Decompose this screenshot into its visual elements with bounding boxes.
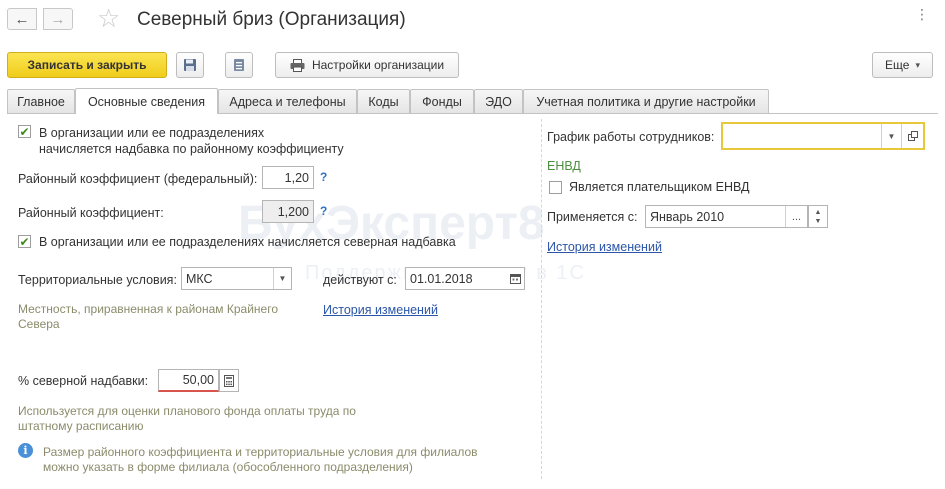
coef-federal-help-icon[interactable]: ? bbox=[320, 170, 327, 184]
work-schedule-input[interactable]: ▼ bbox=[721, 122, 925, 150]
tab-edo-label: ЭДО bbox=[485, 95, 512, 109]
regional-checkbox-label: В организации или ее подразделениях начи… bbox=[39, 125, 344, 157]
coef-federal-value: 1,20 bbox=[284, 170, 309, 185]
coef-value: 1,200 bbox=[277, 204, 309, 219]
tab-funds[interactable]: Фонды bbox=[410, 89, 474, 114]
acting-from-label: действуют с: bbox=[323, 273, 397, 287]
territorial-conditions-label: Территориальные условия: bbox=[18, 273, 177, 287]
regional-checkbox-label-line1: В организации или ее подразделениях bbox=[39, 126, 265, 140]
coef-federal-label: Районный коэффициент (федеральный): bbox=[18, 172, 258, 186]
regional-checkbox-label-line2: начисляется надбавка по районному коэффи… bbox=[39, 142, 344, 156]
north-checkbox-label: В организации или ее подразделениях начи… bbox=[39, 235, 456, 249]
column-divider bbox=[541, 119, 542, 479]
branch-info-note: Размер районного коэффициента и территор… bbox=[43, 445, 478, 475]
coef-help-icon[interactable]: ? bbox=[320, 204, 327, 218]
tab-addresses-phones[interactable]: Адреса и телефоны bbox=[218, 89, 357, 114]
more-button[interactable]: Еще ▾ bbox=[872, 52, 933, 78]
stepper-down-icon[interactable]: ▼ bbox=[815, 217, 822, 226]
tab-codes-label: Коды bbox=[368, 95, 399, 109]
info-icon: i bbox=[18, 443, 33, 458]
floppy-disk-icon bbox=[184, 59, 196, 71]
plan-fund-note-line1: Используется для оценки планового фонда … bbox=[18, 404, 356, 418]
north-percent-value: 50,00 bbox=[182, 373, 214, 387]
tab-codes[interactable]: Коды bbox=[357, 89, 410, 114]
work-schedule-label: График работы сотрудников: bbox=[547, 130, 715, 144]
arrow-left-icon: ← bbox=[14, 10, 30, 28]
open-window-glyph-icon bbox=[907, 131, 918, 141]
territory-note-line2: Севера bbox=[18, 317, 60, 331]
dropdown-arrow-icon[interactable]: ▼ bbox=[273, 268, 291, 289]
report-button[interactable] bbox=[225, 52, 253, 78]
period-stepper[interactable]: ▲ ▼ bbox=[808, 205, 828, 228]
tab-edo[interactable]: ЭДО bbox=[474, 89, 523, 114]
ellipsis-icon[interactable]: ... bbox=[785, 206, 807, 227]
branch-info-note-line1: Размер районного коэффициента и территор… bbox=[43, 445, 478, 459]
acting-from-date-input[interactable]: 01.01.2018 bbox=[405, 267, 525, 290]
envd-payer-checkbox[interactable] bbox=[549, 181, 562, 194]
more-vertical-icon[interactable]: ⋮ bbox=[915, 6, 929, 23]
north-percent-input[interactable]: 50,00 bbox=[158, 369, 219, 392]
plan-fund-note-line2: штатному расписанию bbox=[18, 419, 144, 433]
forward-button[interactable]: → bbox=[43, 8, 73, 30]
tab-addresses-phones-label: Адреса и телефоны bbox=[229, 95, 346, 109]
regional-coefficient-checkbox[interactable]: ✔ bbox=[18, 125, 31, 138]
page-title: Северный бриз (Организация) bbox=[137, 9, 406, 30]
territory-note: Местность, приравненная к районам Крайне… bbox=[18, 302, 278, 332]
coef-federal-input[interactable]: 1,20 bbox=[262, 166, 314, 189]
tab-basic-info-label: Основные сведения bbox=[87, 94, 206, 109]
organization-settings-label: Настройки организации bbox=[311, 58, 445, 72]
territorial-conditions-value: МКС bbox=[186, 271, 213, 286]
tab-main[interactable]: Главное bbox=[7, 89, 75, 114]
favorite-star-icon[interactable]: ☆ bbox=[97, 4, 120, 32]
save-button[interactable] bbox=[176, 52, 204, 78]
document-list-icon bbox=[234, 59, 244, 71]
applied-from-input[interactable]: Январь 2010 ... bbox=[645, 205, 808, 228]
north-percent-label: % северной надбавки: bbox=[18, 374, 149, 388]
dropdown-arrow-icon[interactable]: ▼ bbox=[881, 124, 901, 148]
save-and-close-label: Записать и закрыть bbox=[27, 58, 147, 72]
open-form-icon[interactable] bbox=[901, 124, 923, 148]
chevron-down-icon: ▾ bbox=[915, 59, 920, 70]
plan-fund-note: Используется для оценки планового фонда … bbox=[18, 404, 356, 434]
organization-settings-button[interactable]: Настройки организации bbox=[275, 52, 459, 78]
territory-note-line1: Местность, приравненная к районам Крайне… bbox=[18, 302, 278, 316]
tab-basic-info[interactable]: Основные сведения bbox=[75, 88, 218, 114]
envd-history-link[interactable]: История изменений bbox=[547, 240, 662, 254]
arrow-right-icon: → bbox=[50, 10, 66, 28]
calendar-glyph-icon bbox=[509, 274, 521, 284]
applied-from-value: Январь 2010 bbox=[650, 209, 725, 224]
territory-history-link[interactable]: История изменений bbox=[323, 303, 438, 317]
more-label: Еще bbox=[885, 58, 910, 72]
envd-checkbox-label: Является плательщиком ЕНВД bbox=[569, 180, 750, 194]
acting-from-value: 01.01.2018 bbox=[410, 271, 473, 286]
territorial-conditions-select[interactable]: МКС ▼ bbox=[181, 267, 292, 290]
tab-funds-label: Фонды bbox=[422, 95, 462, 109]
tab-main-label: Главное bbox=[17, 95, 65, 109]
calculator-button[interactable] bbox=[219, 369, 239, 392]
coef-label: Районный коэффициент: bbox=[18, 206, 164, 220]
calendar-icon[interactable] bbox=[506, 268, 524, 289]
back-button[interactable]: ← bbox=[7, 8, 37, 30]
tab-accounting-policy[interactable]: Учетная политика и другие настройки bbox=[523, 89, 769, 114]
applied-from-label: Применяется с: bbox=[547, 210, 638, 224]
north-allowance-checkbox[interactable]: ✔ bbox=[18, 235, 31, 248]
checkmark-icon: ✔ bbox=[19, 234, 30, 249]
calculator-icon bbox=[224, 374, 234, 387]
save-and-close-button[interactable]: Записать и закрыть bbox=[7, 52, 167, 78]
printer-icon bbox=[290, 58, 305, 72]
envd-header: ЕНВД bbox=[547, 159, 581, 173]
stepper-up-icon[interactable]: ▲ bbox=[815, 208, 822, 217]
coef-input: 1,200 bbox=[262, 200, 314, 223]
checkmark-icon: ✔ bbox=[19, 124, 30, 139]
branch-info-note-line2: можно указать в форме филиала (обособлен… bbox=[43, 460, 413, 474]
tab-accounting-policy-label: Учетная политика и другие настройки bbox=[536, 95, 756, 109]
